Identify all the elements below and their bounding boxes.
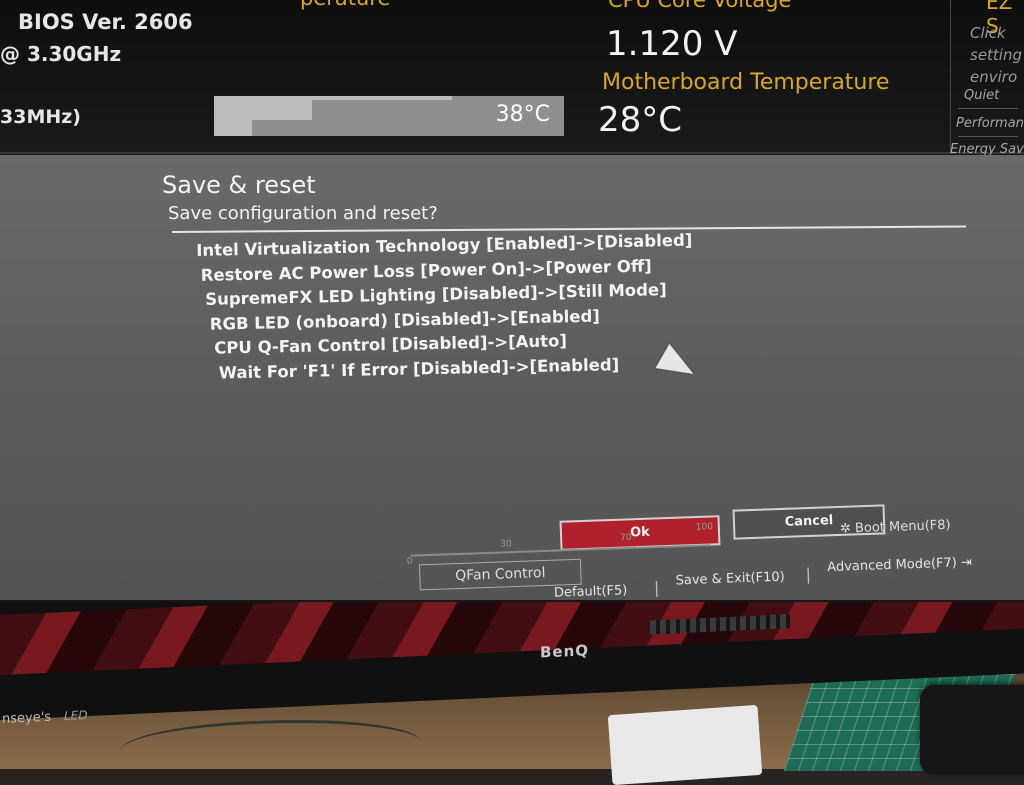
bios-version: BIOS Ver. 2606 xyxy=(18,10,193,34)
ez-option-quiet[interactable]: Quiet xyxy=(964,88,999,103)
boot-menu-label: Boot Menu(F8) xyxy=(854,517,951,537)
ez-tuning-description: Click setting enviro xyxy=(970,24,1023,86)
bios-header: BIOS Ver. 2606 @ 3.30GHz 33MHz) perature… xyxy=(0,0,1024,157)
fan-tick-70: 70 xyxy=(619,532,632,544)
qfan-graph-axis xyxy=(410,544,711,557)
exit-arrow-icon: ⇥ xyxy=(960,555,973,571)
cpu-voltage-title: CPU Core Voltage xyxy=(608,0,792,12)
memory-frequency: 33MHz) xyxy=(0,106,81,128)
fan-tick-30: 30 xyxy=(500,539,512,550)
white-box xyxy=(607,704,763,785)
nav-separator: | xyxy=(805,564,812,584)
bios-screen: BIOS Ver. 2606 @ 3.30GHz 33MHz) perature… xyxy=(0,0,1024,602)
motherboard-temperature-title: Motherboard Temperature xyxy=(602,70,890,95)
cpu-voltage-value: 1.120 V xyxy=(606,24,738,64)
ez-divider xyxy=(958,108,1018,109)
fan-tick-100: 100 xyxy=(695,522,714,533)
monitor-feature-label: nseye's xyxy=(2,709,52,727)
dialog-title: Save & reset xyxy=(162,171,316,199)
cpu-temperature-value: 38°C xyxy=(495,102,550,127)
ez-option-performance[interactable]: Performan xyxy=(956,116,1024,131)
fan-tick-0: 0 xyxy=(406,556,413,567)
cpu-frequency: @ 3.30GHz xyxy=(0,42,122,66)
nav-separator: | xyxy=(653,578,660,598)
dialog-divider xyxy=(172,225,966,233)
fan-star-icon: ✲ xyxy=(839,521,852,537)
changes-list: Intel Virtualization Technology [Enabled… xyxy=(196,231,695,388)
cpu-temperature-graph: 38°C xyxy=(214,96,564,136)
black-pad xyxy=(920,685,1024,775)
motherboard-temperature-value: 28°C xyxy=(598,100,683,140)
dialog-subtitle: Save configuration and reset? xyxy=(168,203,438,224)
boot-menu-button[interactable]: ✲ Boot Menu(F8) xyxy=(840,518,951,537)
cpu-temperature-title: perature xyxy=(300,0,390,10)
ez-divider xyxy=(958,136,1018,137)
monitor-brand-logo: BenQ xyxy=(540,641,590,662)
advanced-mode-label: Advanced Mode(F7) xyxy=(827,555,958,576)
monitor-led-label: LED xyxy=(64,708,88,724)
default-button[interactable]: Default(F5) xyxy=(554,583,628,601)
